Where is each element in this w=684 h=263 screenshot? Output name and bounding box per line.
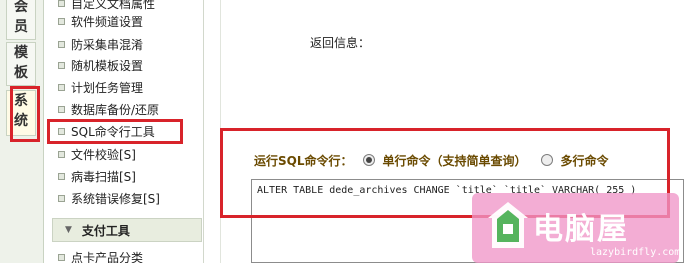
bullet-icon: [58, 0, 65, 7]
menu-item-software-channel[interactable]: 软件频道设置: [58, 12, 143, 30]
bullet-icon: [58, 105, 65, 113]
bullet-icon: [58, 172, 65, 180]
menu-item-error-repair[interactable]: 系统错误修复[S]: [58, 189, 160, 207]
tab-template[interactable]: 模 板: [6, 42, 36, 86]
bullet-icon: [58, 61, 65, 69]
bullet-icon: [58, 40, 65, 48]
menu-item-db-backup[interactable]: 数据库备份/还原: [58, 100, 159, 118]
return-info-label: 返回信息：: [310, 36, 371, 50]
highlight-sql-tool: [47, 119, 183, 144]
highlight-system-tab: [10, 86, 40, 142]
watermark-url: lazybirdfly.com: [590, 247, 681, 258]
watermark-text: 电脑屋: [533, 212, 629, 247]
menu-item-virus-scan[interactable]: 病毒扫描[S]: [58, 167, 136, 185]
house-logo-icon: [488, 202, 528, 248]
bullet-icon: [58, 150, 65, 158]
menu-item-card-category[interactable]: 点卡产品分类: [58, 248, 143, 263]
bullet-icon: [58, 253, 65, 261]
menu-item-custom-attr[interactable]: 自定义文档属性: [58, 0, 155, 12]
menu-item-file-check[interactable]: 文件校验[S]: [58, 145, 136, 163]
section-payment-tools[interactable]: ▼ 支付工具: [52, 218, 202, 242]
menu-item-random-template[interactable]: 随机模板设置: [58, 56, 143, 74]
bullet-icon: [58, 17, 65, 25]
chevron-down-icon: ▼: [65, 225, 72, 235]
bullet-icon: [58, 194, 65, 202]
menu-item-anti-scrape[interactable]: 防采集串混淆: [58, 35, 143, 53]
bullet-icon: [58, 83, 65, 91]
tab-member[interactable]: 会 员: [6, 0, 36, 40]
menu-item-scheduled-tasks[interactable]: 计划任务管理: [58, 78, 143, 96]
